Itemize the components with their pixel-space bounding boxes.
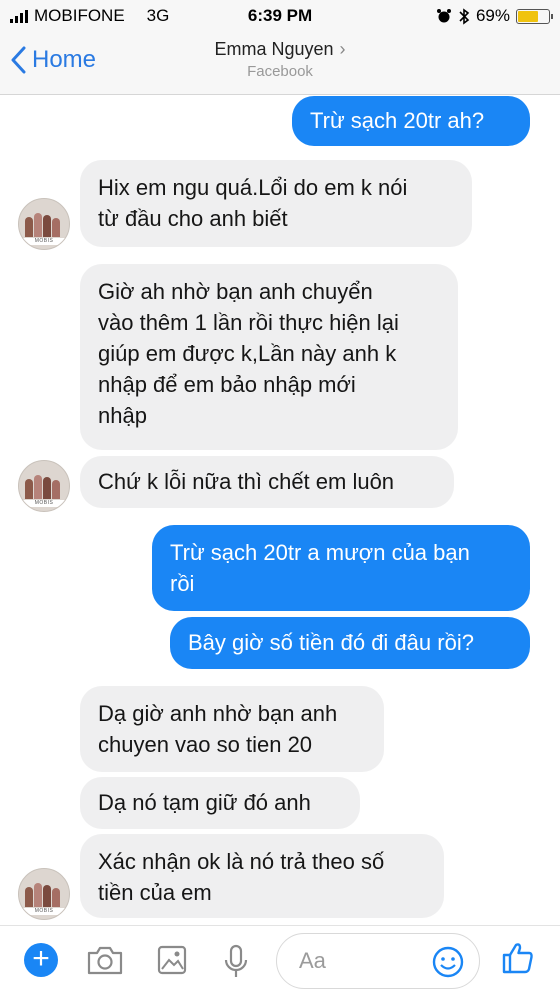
message-line: vào thêm 1 lần rồi thực hiện lại bbox=[98, 310, 399, 335]
message-line: rồi bbox=[170, 571, 195, 596]
status-icons: 69% bbox=[436, 6, 553, 26]
avatar: MOBIS bbox=[18, 868, 70, 920]
avatar: MOBIS bbox=[18, 460, 70, 512]
message-input-placeholder: Aa bbox=[299, 948, 326, 973]
message-text: Chứ k lỗi nữa thì chết em luôn bbox=[98, 469, 395, 494]
emoji-icon[interactable] bbox=[431, 945, 465, 979]
message-text: Trừ sạch 20tr ah? bbox=[310, 108, 485, 133]
battery-icon bbox=[516, 8, 553, 24]
message-incoming[interactable]: Dạ giờ anh nhờ bạn anh chuyen vao so tie… bbox=[80, 686, 384, 772]
camera-icon[interactable] bbox=[86, 944, 124, 976]
message-line: Dạ giờ anh nhờ bạn anh bbox=[98, 701, 338, 726]
contact-info[interactable]: Emma Nguyen › Facebook bbox=[0, 39, 560, 80]
bluetooth-icon bbox=[459, 7, 470, 25]
plus-icon[interactable]: + bbox=[24, 943, 58, 977]
message-text: Dạ nó tạm giữ đó anh bbox=[98, 790, 311, 815]
message-outgoing[interactable]: Bây giờ số tiền đó đi đâu rồi? bbox=[170, 617, 530, 669]
message-line: nhập bbox=[98, 403, 147, 428]
chevron-right-icon: › bbox=[339, 39, 346, 59]
message-incoming[interactable]: Giờ ah nhờ bạn anh chuyển vào thêm 1 lần… bbox=[80, 264, 458, 450]
message-text: Bây giờ số tiền đó đi đâu rồi? bbox=[188, 630, 474, 655]
contact-subtitle: Facebook bbox=[247, 63, 313, 80]
image-icon[interactable] bbox=[156, 944, 188, 976]
message-input[interactable]: Aa bbox=[276, 933, 480, 989]
battery-percent: 69% bbox=[475, 6, 510, 25]
message-line: Giờ ah nhờ bạn anh chuyển bbox=[98, 279, 373, 304]
status-bar: MOBIFONE 3G 6:39 PM 69% bbox=[0, 0, 560, 34]
message-line: chuyen vao so tien 20 bbox=[98, 732, 313, 757]
message-incoming[interactable]: Chứ k lỗi nữa thì chết em luôn bbox=[80, 456, 454, 508]
message-line: tiền của em bbox=[98, 880, 212, 905]
message-incoming[interactable]: Xác nhận ok là nó trả theo số tiền của e… bbox=[80, 834, 444, 918]
message-line: Trừ sạch 20tr a mượn của bạn bbox=[170, 540, 470, 565]
microphone-icon[interactable] bbox=[222, 944, 250, 980]
like-icon[interactable] bbox=[500, 940, 536, 976]
message-line: giúp em được k,Lần này anh k bbox=[98, 341, 397, 366]
message-composer: + Aa bbox=[0, 925, 560, 996]
message-outgoing[interactable]: Trừ sạch 20tr a mượn của bạn rồi bbox=[152, 525, 530, 611]
avatar: MOBIS bbox=[18, 198, 70, 250]
message-line: nhập để em bảo nhập mới bbox=[98, 372, 356, 397]
message-line: Xác nhận ok là nó trả theo số bbox=[98, 849, 385, 874]
message-line: từ đầu cho anh biết bbox=[98, 206, 288, 231]
message-outgoing[interactable]: Trừ sạch 20tr ah? bbox=[292, 96, 530, 146]
alarm-icon bbox=[436, 9, 451, 23]
message-incoming[interactable]: Hix em ngu quá.Lổi do em k nói từ đầu ch… bbox=[80, 160, 472, 247]
message-line: Hix em ngu quá.Lổi do em k nói bbox=[98, 175, 408, 200]
message-incoming[interactable]: Dạ nó tạm giữ đó anh bbox=[80, 777, 360, 829]
conversation-header: Home Emma Nguyen › Facebook bbox=[0, 34, 560, 95]
contact-name: Emma Nguyen bbox=[214, 39, 334, 59]
